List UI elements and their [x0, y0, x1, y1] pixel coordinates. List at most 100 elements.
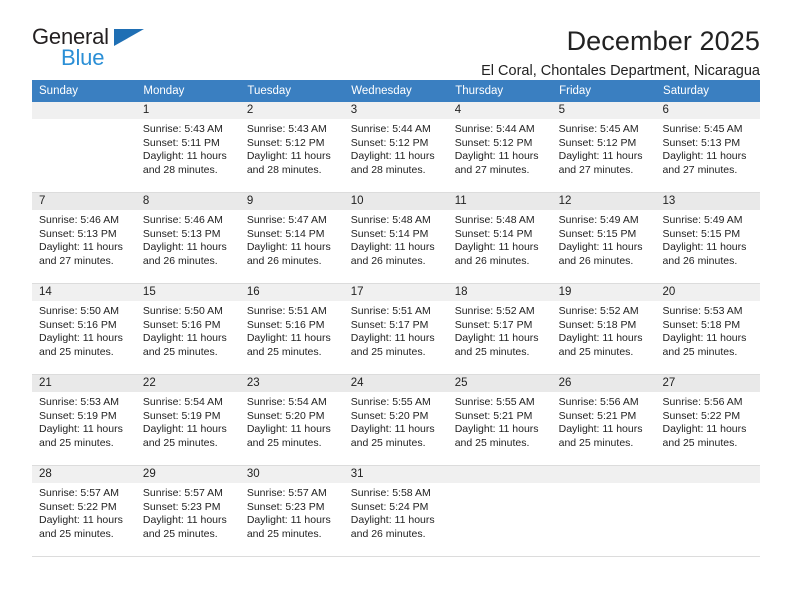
daylight-text-line1: Daylight: 11 hours — [246, 514, 331, 527]
calendar-day-cell[interactable]: 12 Sunrise: 5:49 AM Sunset: 5:15 PM Dayligh… — [551, 192, 656, 284]
daylight-text-line2: and 25 minutes. — [39, 436, 114, 449]
calendar-day-cell[interactable]: 24 Sunrise: 5:55 AM Sunset: 5:20 PM Dayligh… — [343, 374, 448, 466]
sunrise-text: Sunrise: 5:57 AM — [246, 487, 327, 499]
sunset-text: Sunset: 5:21 PM — [454, 409, 533, 422]
sunset-text: Sunset: 5:23 PM — [142, 500, 221, 513]
sunset-text: Sunset: 5:13 PM — [39, 227, 117, 240]
day-number: 28 — [32, 466, 136, 483]
daylight-text-line2: and 25 minutes. — [246, 436, 322, 449]
daylight-text-line2: and 25 minutes. — [454, 436, 530, 449]
sunrise-text: Sunrise: 5:50 AM — [142, 305, 223, 317]
calendar-day-cell[interactable]: 1 Sunrise: 5:43 AM Sunset: 5:11 PM Daylight… — [135, 102, 240, 193]
sunset-text: Sunset: 5:18 PM — [558, 318, 637, 331]
calendar-day-cell[interactable]: 19 Sunrise: 5:52 AM Sunset: 5:18 PM Dayligh… — [551, 283, 656, 375]
sunrise-text: Sunrise: 5:51 AM — [350, 305, 431, 317]
calendar-day-cell[interactable]: 29 Sunrise: 5:57 AM Sunset: 5:23 PM Dayligh… — [135, 465, 240, 557]
daylight-text-line1: Daylight: 11 hours — [350, 332, 435, 345]
sunrise-text: Sunrise: 5:48 AM — [350, 214, 431, 226]
daylight-text-line2: and 27 minutes. — [662, 163, 738, 176]
sunset-text: Sunset: 5:20 PM — [350, 409, 429, 422]
daylight-text-line1: Daylight: 11 hours — [246, 332, 331, 345]
day-details: Sunrise: 5:44 AM Sunset: 5:12 PM Daylight:… — [344, 119, 448, 177]
calendar-day-cell[interactable]: 22 Sunrise: 5:54 AM Sunset: 5:19 PM Dayligh… — [135, 374, 240, 466]
sunset-text: Sunset: 5:18 PM — [662, 318, 741, 331]
sunrise-text: Sunrise: 5:58 AM — [350, 487, 431, 499]
calendar-day-cell[interactable]: 18 Sunrise: 5:52 AM Sunset: 5:17 PM Dayligh… — [447, 283, 552, 375]
day-details: Sunrise: 5:53 AM Sunset: 5:19 PM Daylight:… — [32, 392, 136, 450]
daylight-text-line1: Daylight: 11 hours — [142, 423, 227, 436]
daylight-text-line1: Daylight: 11 hours — [246, 150, 331, 163]
sunrise-text: Sunrise: 5:46 AM — [39, 214, 119, 226]
daylight-text-line2: and 26 minutes. — [350, 254, 426, 267]
calendar-day-cell[interactable]: 20 Sunrise: 5:53 AM Sunset: 5:18 PM Dayligh… — [655, 283, 760, 375]
calendar-week-row: 14 Sunrise: 5:50 AM Sunset: 5:16 PM Dayligh… — [32, 283, 760, 375]
calendar-day-cell[interactable]: 9 Sunrise: 5:47 AM Sunset: 5:14 PM Daylight… — [239, 192, 344, 284]
calendar-header-row: Sunday Monday Tuesday Wednesday Thursday… — [32, 80, 760, 102]
calendar-day-cell[interactable]: 23 Sunrise: 5:54 AM Sunset: 5:20 PM Dayligh… — [239, 374, 344, 466]
sunrise-text: Sunrise: 5:56 AM — [662, 396, 743, 408]
sunset-text: Sunset: 5:12 PM — [558, 136, 637, 149]
weekday-header-thursday: Thursday — [447, 80, 553, 102]
day-number: 9 — [239, 193, 344, 210]
calendar-day-cell[interactable]: 13 Sunrise: 5:49 AM Sunset: 5:15 PM Dayligh… — [655, 192, 760, 284]
weekday-header-monday: Monday — [135, 80, 241, 102]
calendar-day-cell[interactable]: 8 Sunrise: 5:46 AM Sunset: 5:13 PM Daylight… — [135, 192, 240, 284]
daylight-text-line2: and 25 minutes. — [39, 345, 114, 358]
calendar-day-cell[interactable]: 2 Sunrise: 5:43 AM Sunset: 5:12 PM Daylight… — [239, 102, 344, 193]
calendar-day-cell[interactable]: 7 Sunrise: 5:46 AM Sunset: 5:13 PM Daylight… — [32, 192, 136, 284]
calendar-day-cell[interactable]: 21 Sunrise: 5:53 AM Sunset: 5:19 PM Dayligh… — [32, 374, 136, 466]
sunset-text: Sunset: 5:12 PM — [454, 136, 533, 149]
day-number: 5 — [551, 102, 656, 119]
calendar-day-cell[interactable]: 6 Sunrise: 5:45 AM Sunset: 5:13 PM Daylight… — [655, 102, 760, 193]
calendar-day-cell[interactable]: 4 Sunrise: 5:44 AM Sunset: 5:12 PM Daylight… — [447, 102, 552, 193]
calendar-day-cell[interactable]: 5 Sunrise: 5:45 AM Sunset: 5:12 PM Daylight… — [551, 102, 656, 193]
day-number: 10 — [343, 193, 448, 210]
day-details: Sunrise: 5:57 AM Sunset: 5:23 PM Daylight:… — [136, 483, 240, 541]
day-details: Sunrise: 5:56 AM Sunset: 5:21 PM Daylight:… — [552, 392, 656, 450]
daylight-text-line1: Daylight: 11 hours — [246, 423, 331, 436]
calendar-day-cell[interactable]: 16 Sunrise: 5:51 AM Sunset: 5:16 PM Dayligh… — [239, 283, 344, 375]
daylight-text-line2: and 27 minutes. — [558, 163, 634, 176]
sunset-text: Sunset: 5:19 PM — [142, 409, 221, 422]
calendar-day-cell-empty — [447, 465, 552, 557]
calendar-day-cell[interactable]: 25 Sunrise: 5:55 AM Sunset: 5:21 PM Dayligh… — [447, 374, 552, 466]
weekday-header-tuesday: Tuesday — [239, 80, 345, 102]
calendar-day-cell[interactable]: 17 Sunrise: 5:51 AM Sunset: 5:17 PM Dayligh… — [343, 283, 448, 375]
calendar-day-cell[interactable]: 28 Sunrise: 5:57 AM Sunset: 5:22 PM Dayligh… — [32, 465, 136, 557]
calendar-day-cell[interactable]: 3 Sunrise: 5:44 AM Sunset: 5:12 PM Daylight… — [343, 102, 448, 193]
calendar-day-cell[interactable]: 27 Sunrise: 5:56 AM Sunset: 5:22 PM Dayligh… — [655, 374, 760, 466]
sunrise-text: Sunrise: 5:55 AM — [454, 396, 535, 408]
calendar-day-cell-empty — [551, 465, 656, 557]
daylight-text-line1: Daylight: 11 hours — [662, 241, 747, 254]
calendar-day-cell[interactable]: 31 Sunrise: 5:58 AM Sunset: 5:24 PM Dayligh… — [343, 465, 448, 557]
day-details: Sunrise: 5:43 AM Sunset: 5:12 PM Daylight:… — [240, 119, 344, 177]
calendar-day-cell[interactable]: 15 Sunrise: 5:50 AM Sunset: 5:16 PM Dayligh… — [135, 283, 240, 375]
calendar-week-row: 7 Sunrise: 5:46 AM Sunset: 5:13 PM Daylight… — [32, 192, 760, 284]
calendar-day-cell[interactable]: 10 Sunrise: 5:48 AM Sunset: 5:14 PM Dayligh… — [343, 192, 448, 284]
day-number — [551, 466, 656, 483]
sunset-text: Sunset: 5:16 PM — [39, 318, 117, 331]
logo-triangle-icon — [114, 29, 144, 46]
day-number: 15 — [135, 284, 240, 301]
generalblue-logo[interactable]: General Blue — [32, 26, 162, 78]
calendar-day-cell[interactable]: 26 Sunrise: 5:56 AM Sunset: 5:21 PM Dayligh… — [551, 374, 656, 466]
day-number: 24 — [343, 375, 448, 392]
day-number: 7 — [32, 193, 136, 210]
calendar-day-cell[interactable]: 11 Sunrise: 5:48 AM Sunset: 5:14 PM Dayligh… — [447, 192, 552, 284]
calendar-day-cell[interactable]: 14 Sunrise: 5:50 AM Sunset: 5:16 PM Dayligh… — [32, 283, 136, 375]
calendar-week-row: 28 Sunrise: 5:57 AM Sunset: 5:22 PM Dayligh… — [32, 465, 760, 557]
sunrise-text: Sunrise: 5:52 AM — [454, 305, 535, 317]
day-number: 20 — [655, 284, 760, 301]
day-details: Sunrise: 5:46 AM Sunset: 5:13 PM Daylight:… — [32, 210, 136, 268]
day-number: 21 — [32, 375, 136, 392]
daylight-text-line2: and 27 minutes. — [39, 254, 114, 267]
day-details: Sunrise: 5:56 AM Sunset: 5:22 PM Daylight:… — [656, 392, 760, 450]
sunset-text: Sunset: 5:15 PM — [662, 227, 741, 240]
daylight-text-line1: Daylight: 11 hours — [558, 241, 643, 254]
daylight-text-line2: and 25 minutes. — [662, 436, 738, 449]
day-details: Sunrise: 5:54 AM Sunset: 5:20 PM Daylight:… — [240, 392, 344, 450]
daylight-text-line1: Daylight: 11 hours — [39, 241, 123, 254]
sunrise-text: Sunrise: 5:54 AM — [246, 396, 327, 408]
sunrise-text: Sunrise: 5:43 AM — [246, 123, 327, 135]
calendar-day-cell[interactable]: 30 Sunrise: 5:57 AM Sunset: 5:23 PM Dayligh… — [239, 465, 344, 557]
